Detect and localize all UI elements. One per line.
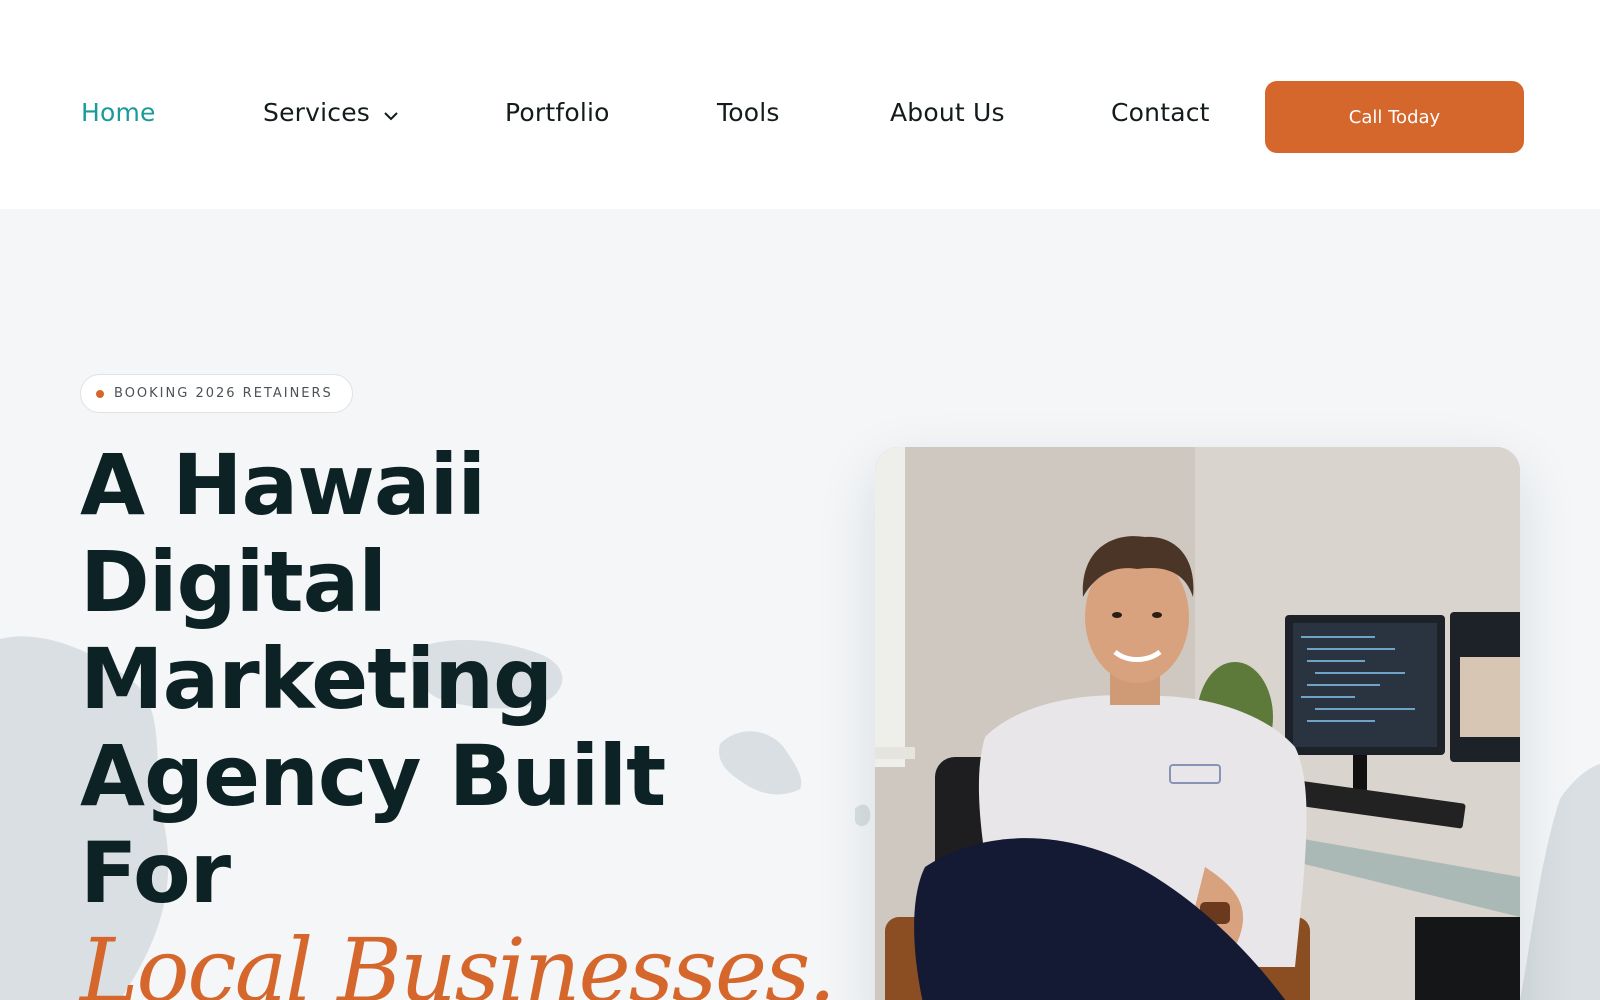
founder-photo — [875, 447, 1520, 1000]
availability-badge: BOOKING 2026 RETAINERS — [80, 374, 353, 413]
call-today-button[interactable]: Call Today — [1265, 81, 1524, 153]
nav-services[interactable]: Services — [263, 98, 398, 129]
nav-services-label: Services — [263, 98, 371, 127]
nav-tools[interactable]: Tools — [717, 98, 780, 127]
headline-line: Digital — [80, 533, 387, 631]
hero-section: BOOKING 2026 RETAINERS A Hawaii Digital … — [0, 209, 1600, 1000]
headline-line: For — [80, 824, 231, 922]
status-dot-icon — [96, 389, 104, 398]
chevron-down-icon — [384, 98, 398, 127]
nav-about-us[interactable]: About Us — [890, 98, 1005, 127]
headline-line: A Hawaii — [80, 436, 486, 534]
headline-line: Marketing — [80, 630, 553, 728]
nav-portfolio[interactable]: Portfolio — [505, 98, 610, 127]
site-header: Home Services Portfolio Tools About Us C… — [0, 0, 1600, 209]
headline-accent: Local Businesses. — [80, 919, 836, 1000]
headline-line: Agency Built — [80, 727, 666, 825]
nav-contact[interactable]: Contact — [1111, 98, 1210, 127]
badge-text: BOOKING 2026 RETAINERS — [114, 386, 333, 401]
nav-home[interactable]: Home — [81, 98, 156, 127]
hero-headline: A Hawaii Digital Marketing Agency Built … — [80, 436, 836, 1000]
